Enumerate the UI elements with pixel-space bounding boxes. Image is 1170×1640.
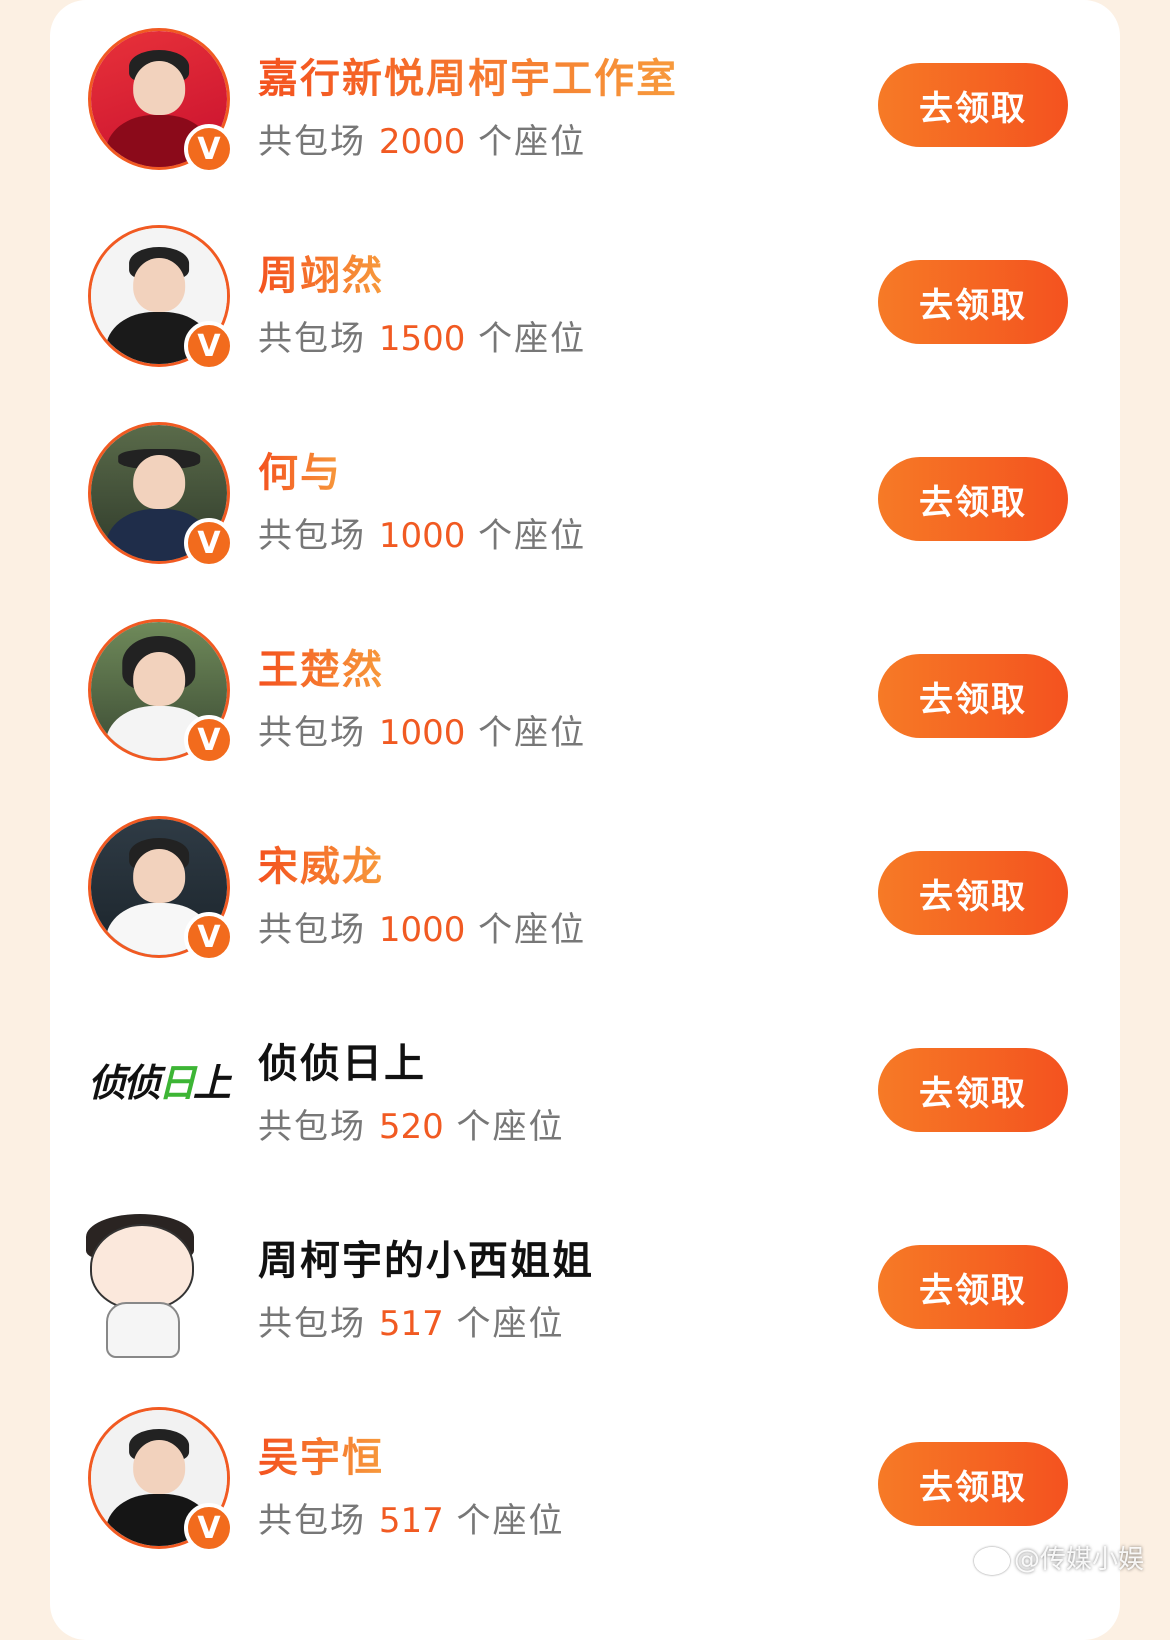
claim-button[interactable]: 去领取 [878, 63, 1068, 147]
verified-icon: V [184, 715, 234, 765]
seat-count: 520 [378, 1107, 444, 1147]
account-name[interactable]: 宋威龙 [258, 834, 384, 892]
seat-info: 共包场 517 个座位 [258, 1304, 565, 1344]
seat-count: 517 [378, 1501, 444, 1541]
claim-button[interactable]: 去领取 [878, 1442, 1068, 1526]
list-item: V 嘉行新悦周柯宇工作室 共包场 2000 个座位 去领取 [50, 28, 1120, 178]
list-item: V 宋威龙 共包场 1000 个座位 去领取 [50, 816, 1120, 966]
verified-icon: V [184, 912, 234, 962]
claim-button[interactable]: 去领取 [878, 457, 1068, 541]
account-name[interactable]: 王楚然 [258, 637, 384, 695]
list-item: 周柯宇的小西姐姐 共包场 517 个座位 去领取 [50, 1210, 1120, 1360]
cartoon-avatar[interactable] [50, 1210, 240, 1360]
account-name[interactable]: 嘉行新悦周柯宇工作室 [258, 46, 678, 104]
seat-info: 共包场 1500 个座位 [258, 319, 587, 359]
verified-icon: V [184, 1503, 234, 1553]
seat-count: 1000 [378, 516, 466, 556]
account-name[interactable]: 吴宇恒 [258, 1425, 384, 1483]
account-name[interactable]: 周翊然 [258, 243, 384, 301]
seat-info: 共包场 1000 个座位 [258, 910, 587, 950]
seat-info: 共包场 517 个座位 [258, 1501, 565, 1541]
ticket-list-card: V 嘉行新悦周柯宇工作室 共包场 2000 个座位 去领取 V 周翊然 共包场 … [50, 0, 1120, 1640]
claim-button[interactable]: 去领取 [878, 1048, 1068, 1132]
list-item: V 王楚然 共包场 1000 个座位 去领取 [50, 619, 1120, 769]
claim-button[interactable]: 去领取 [878, 654, 1068, 738]
seat-info: 共包场 1000 个座位 [258, 516, 587, 556]
seat-count: 2000 [378, 122, 466, 162]
seat-count: 1000 [378, 713, 466, 753]
account-name[interactable]: 侦侦日上 [258, 1031, 426, 1089]
seat-count: 517 [378, 1304, 444, 1344]
account-name[interactable]: 周柯宇的小西姐姐 [258, 1228, 594, 1286]
list-item: V 吴宇恒 共包场 517 个座位 去领取 [50, 1407, 1120, 1557]
list-item: V 周翊然 共包场 1500 个座位 去领取 [50, 225, 1120, 375]
seat-count: 1000 [378, 910, 466, 950]
claim-button[interactable]: 去领取 [878, 260, 1068, 344]
weibo-icon [973, 1546, 1010, 1575]
watermark: @传媒小娱 [973, 1539, 1144, 1576]
verified-icon: V [184, 124, 234, 174]
seat-count: 1500 [378, 319, 466, 359]
verified-icon: V [184, 518, 234, 568]
list-item: 侦侦日上 侦侦日上 共包场 520 个座位 去领取 [50, 1013, 1120, 1163]
list-item: V 何与 共包场 1000 个座位 去领取 [50, 422, 1120, 572]
brand-logo[interactable]: 侦侦日上 [88, 1053, 238, 1113]
claim-button[interactable]: 去领取 [878, 851, 1068, 935]
seat-info: 共包场 1000 个座位 [258, 713, 587, 753]
verified-icon: V [184, 321, 234, 371]
claim-button[interactable]: 去领取 [878, 1245, 1068, 1329]
account-name[interactable]: 何与 [258, 440, 342, 498]
seat-info: 共包场 2000 个座位 [258, 122, 587, 162]
seat-info: 共包场 520 个座位 [258, 1107, 565, 1147]
